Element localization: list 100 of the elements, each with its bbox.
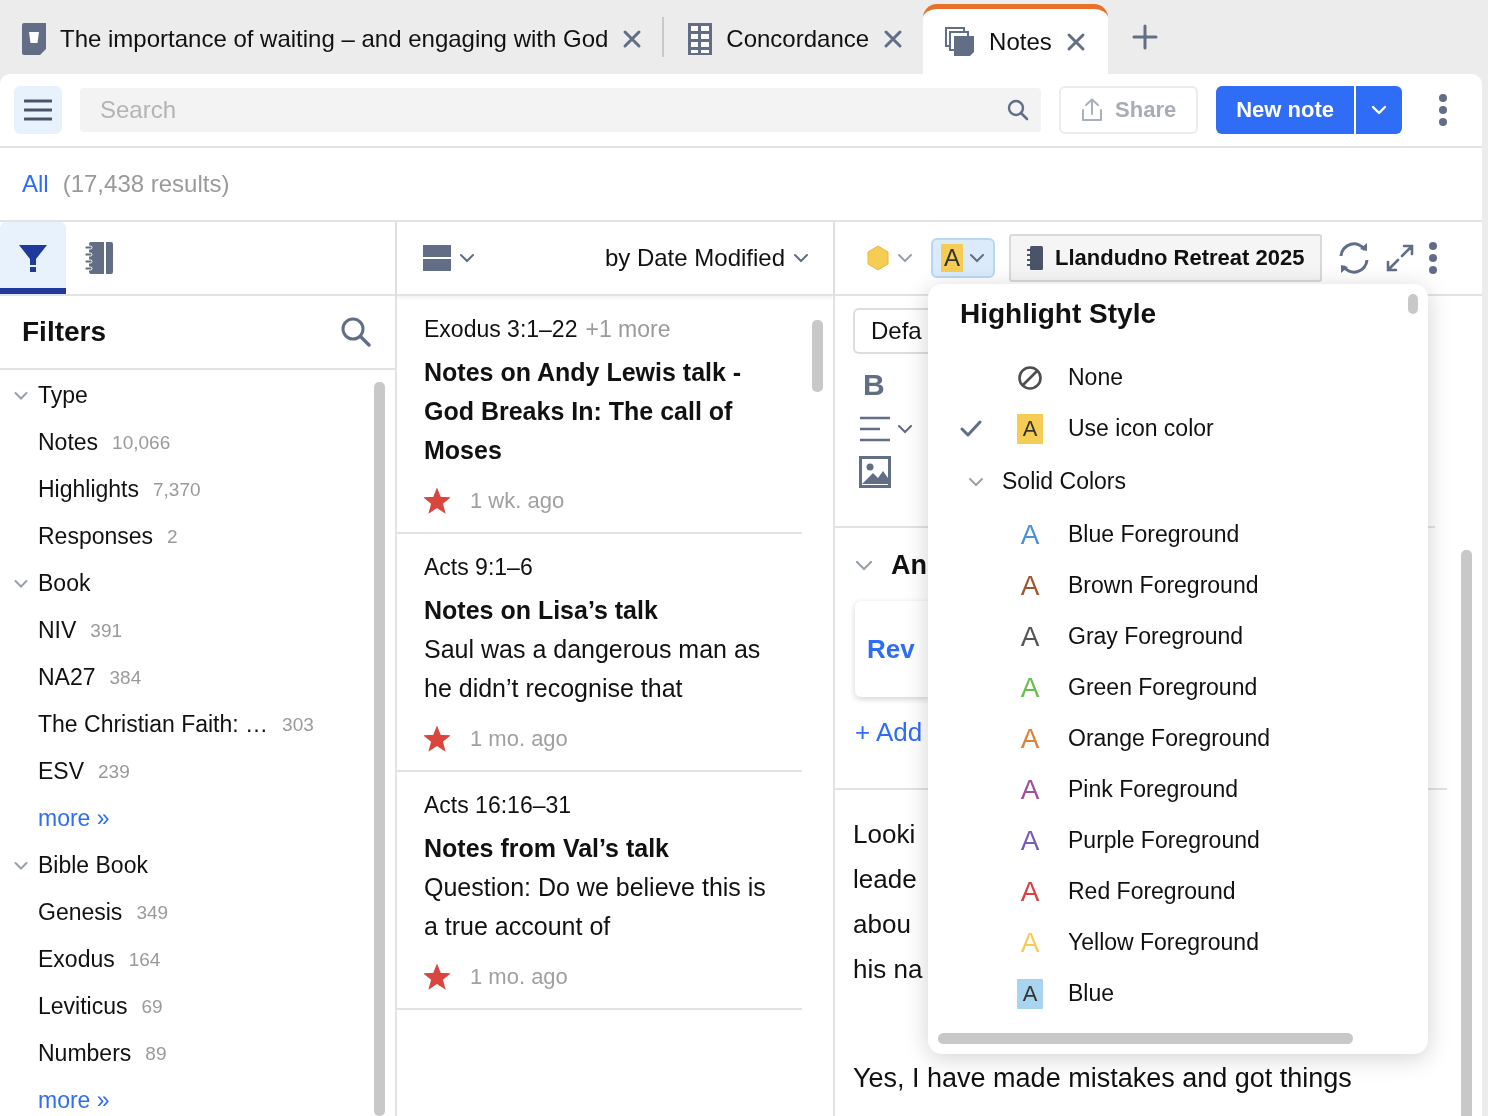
note-time: 1 wk. ago [470,488,565,514]
more-icon[interactable] [1428,242,1439,274]
filter-group[interactable]: Book [14,560,374,607]
tab[interactable]: The importance of waiting – and engaging with God [20,4,663,74]
tab[interactable]: Concordance [686,4,924,74]
no-entry-icon [1017,364,1043,391]
panel-title: Filters [22,316,107,348]
menu-button[interactable] [14,86,62,134]
filter-icon[interactable] [18,243,48,273]
star-icon[interactable] [424,964,450,990]
highlight-dropdown[interactable]: A [931,238,995,278]
chevron-icon[interactable] [855,559,873,572]
menu-item[interactable]: A Blue [960,968,1428,1019]
menu-item[interactable]: A Blue Foreground [960,509,1428,560]
panel-tab[interactable] [0,222,66,294]
chevron-icon[interactable] [897,253,913,263]
chevron-icon[interactable] [793,253,809,263]
note-card[interactable]: Acts 16:16–31 Notes from Val’s talk Question: Do we believe this is a true account of 1 mo. ago [397,772,802,1010]
menu-item[interactable]: A Pink Foreground [960,764,1428,815]
filter-item[interactable]: ESV [38,758,85,785]
chevron-icon[interactable] [968,476,984,487]
menu-item[interactable]: Solid Colors [960,454,1428,509]
color-sample: A [1020,926,1040,959]
color-swatch: A [1016,978,1044,1009]
add-link[interactable]: + Add [855,717,923,748]
filter-count: 303 [282,713,314,736]
menu-item[interactable]: A Orange Foreground [960,713,1428,764]
notebook-icon[interactable] [84,242,114,274]
section-heading: An [891,550,927,581]
chevron-icon[interactable] [14,390,28,401]
scrollbar[interactable] [1461,550,1472,1116]
scope-link[interactable]: All [22,170,49,198]
color-sample: A [1020,569,1040,602]
note-card[interactable]: Exodus 3:1–22 +1 more Notes on Andy Lewis talk - God Breaks In: The call of Moses 1 wk. ago [397,296,802,534]
note-title: Notes on Andy Lewis talk - God Breaks In: The call of Moses [424,357,743,466]
search-icon[interactable] [1007,99,1030,121]
menu-item[interactable]: A Brown Foreground [960,560,1428,611]
menu-item[interactable]: A Purple Foreground [960,815,1428,866]
tab-title[interactable]: Concordance [726,25,870,53]
chevron-icon[interactable] [14,860,28,871]
menu-item[interactable]: A Red Foreground [960,866,1428,917]
scrollbar[interactable] [1408,294,1418,314]
search-field[interactable]: Search [80,88,1042,132]
scrollbar[interactable] [374,382,385,1116]
sort-dropdown[interactable]: by Date Modified [604,244,809,272]
dropdown-button[interactable] [1354,86,1402,134]
filter-item[interactable]: Exodus [38,946,115,973]
image-icon[interactable] [859,456,891,488]
align-icon[interactable] [859,416,915,442]
star-icon[interactable] [424,726,450,752]
filter-item[interactable]: Notes [38,429,99,456]
filter-group[interactable]: Bible Book [14,842,374,889]
more-link[interactable]: more » [38,805,110,832]
tab[interactable]: Notes [923,4,1108,74]
scrollbar[interactable] [938,1033,1353,1044]
filter-group[interactable]: Type [14,372,374,419]
chevron-icon[interactable] [459,253,475,263]
scrollbar[interactable] [812,320,823,392]
layout-icon[interactable] [423,244,451,272]
bold-button[interactable]: B [853,368,885,402]
notebook-button[interactable]: Llandudno Retreat 2025 [1009,234,1323,282]
chevron-icon[interactable] [14,578,28,589]
search-icon[interactable] [341,317,371,347]
menu-icon[interactable] [24,99,52,121]
filter-item[interactable]: Responses [38,523,154,550]
new-note-button[interactable]: New note [1216,86,1354,134]
menu-item[interactable]: A Use icon color [960,403,1428,454]
menu-item[interactable]: None [960,352,1428,403]
notes-icon [945,26,976,57]
close-icon[interactable] [622,29,643,49]
card-link[interactable]: Rev [867,633,915,665]
note-title: Notes from Val’s talk [424,833,670,864]
filter-item[interactable]: Highlights [38,476,139,503]
filter-count: 69 [141,995,163,1018]
filter-item[interactable]: NIV [38,617,77,644]
filter-item[interactable]: Genesis [38,899,123,926]
tab-title[interactable]: The importance of waiting – and engaging with God [60,25,609,53]
expand-icon[interactable] [1386,244,1415,272]
menu-item[interactable]: A Gray Foreground [960,611,1428,662]
note-card[interactable]: Acts 9:1–6 Notes on Lisa’s talk Saul was a dangerous man as he didn’t recognise that 1 mo. ago [397,534,802,772]
close-icon[interactable] [883,29,904,49]
filter-item[interactable]: The Christian Faith: … [38,711,269,738]
close-icon[interactable] [1065,31,1086,52]
menu-item[interactable]: A Yellow Foreground [960,917,1428,968]
new-tab-icon[interactable] [1131,24,1158,50]
checkmark-icon [960,419,982,438]
color-sample: A [1020,875,1040,908]
notebook-icon[interactable] [1027,246,1043,270]
more-link[interactable]: more » [38,1087,110,1114]
tab-title[interactable]: Notes [989,27,1052,56]
document-icon [22,23,46,55]
star-icon[interactable] [424,488,450,514]
filter-item[interactable]: NA27 [38,664,96,691]
more-icon[interactable] [1438,94,1448,126]
chevron-icon[interactable] [969,253,985,263]
menu-item[interactable]: A Green Foreground [960,662,1428,713]
filter-item[interactable]: Leviticus [38,993,128,1020]
view-button[interactable] [423,244,475,272]
filter-item[interactable]: Numbers [38,1040,132,1067]
highlight-swatch[interactable]: A [941,244,963,272]
